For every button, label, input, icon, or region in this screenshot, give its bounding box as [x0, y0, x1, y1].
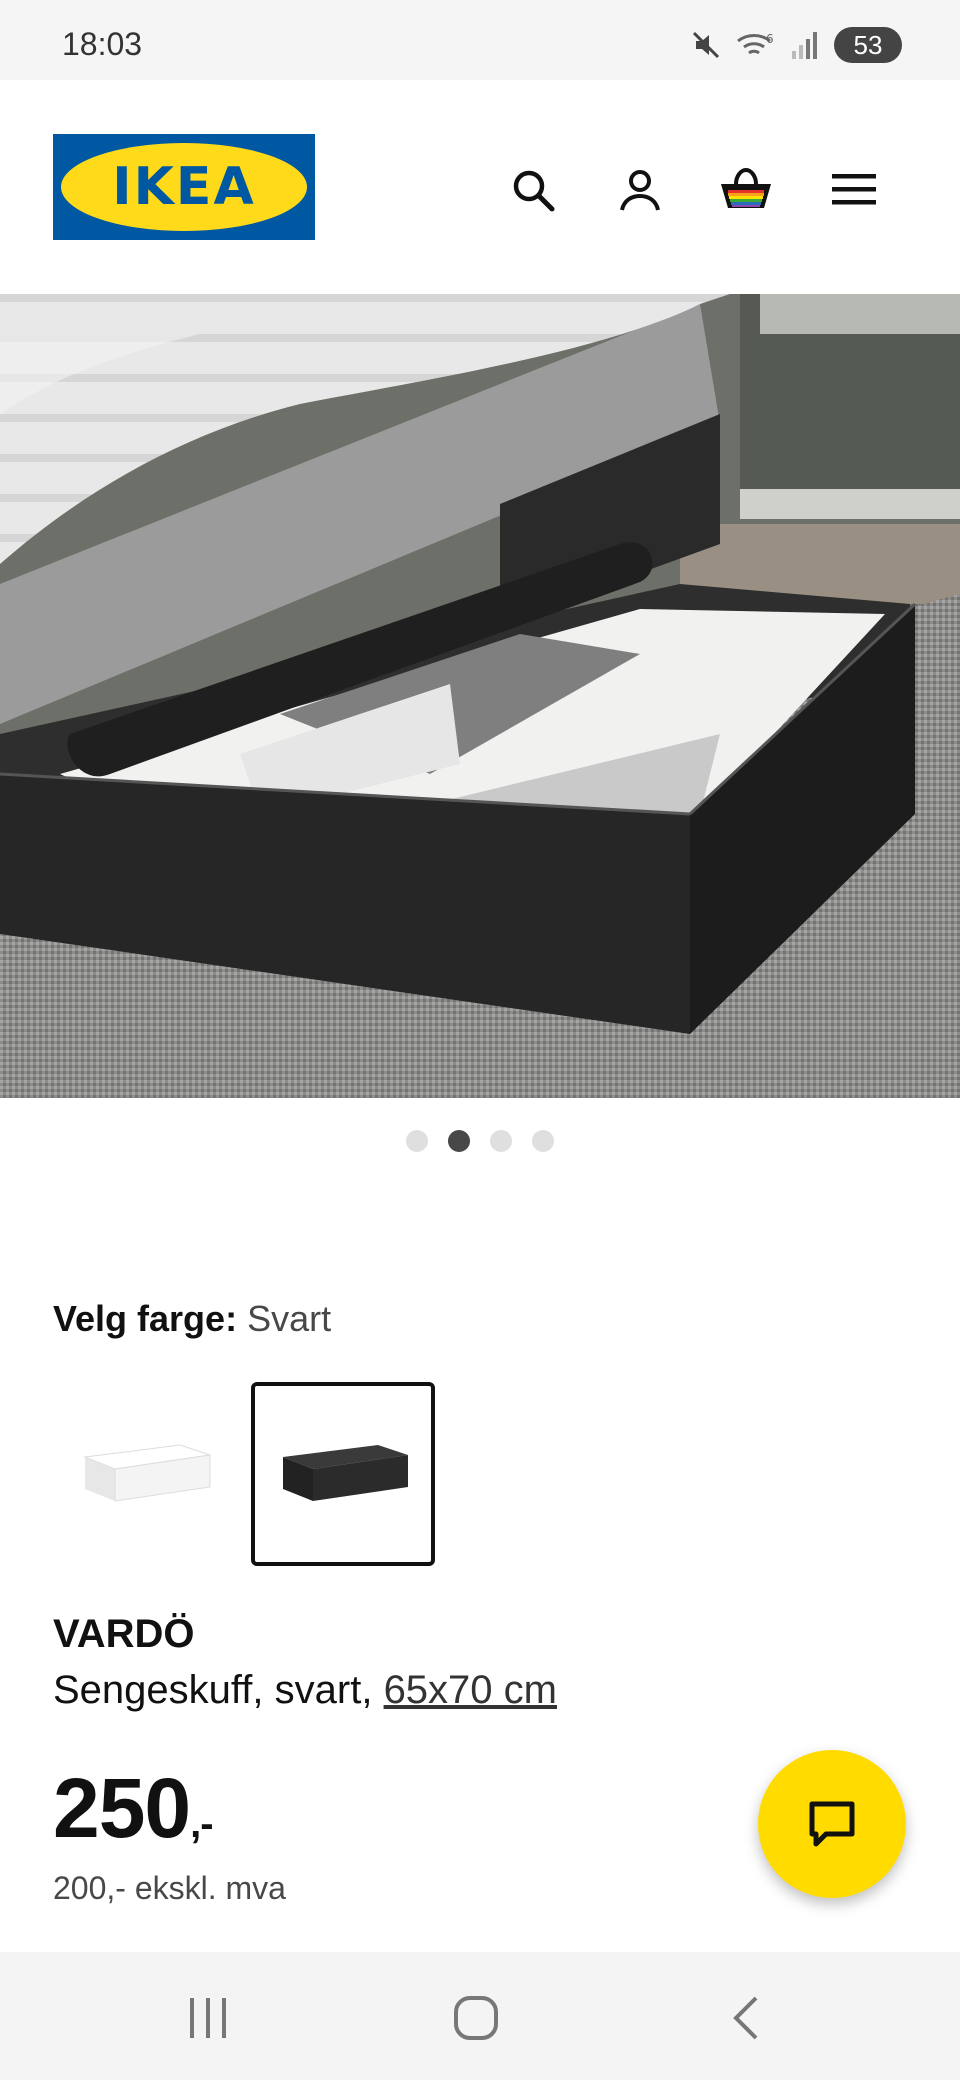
status-icons: 6 53: [690, 26, 902, 64]
basket-icon[interactable]: [718, 162, 774, 218]
recents-icon[interactable]: [178, 1988, 238, 2048]
chat-icon: [809, 1801, 855, 1847]
price-suffix: ,-: [190, 1802, 213, 1846]
product-type: Sengeskuff, svart,: [53, 1668, 373, 1712]
product-price: 250,-: [53, 1760, 214, 1857]
mute-icon: [690, 29, 722, 61]
color-label-value: Svart: [247, 1298, 332, 1339]
color-option-black[interactable]: [251, 1382, 435, 1566]
search-icon[interactable]: [505, 162, 561, 218]
back-icon[interactable]: [716, 1988, 776, 2048]
color-selector-label: Velg farge: Svart: [53, 1298, 331, 1340]
gallery-dot[interactable]: [490, 1130, 512, 1152]
status-time: 18:03: [62, 26, 143, 62]
battery-icon: 53: [834, 27, 902, 63]
product-description: Sengeskuff, svart, 65x70 cm: [53, 1668, 557, 1713]
menu-icon[interactable]: [826, 162, 882, 218]
svg-text:6: 6: [766, 32, 774, 46]
header-icons: [0, 162, 960, 218]
product-image[interactable]: [0, 294, 960, 1098]
gallery-dot[interactable]: [406, 1130, 428, 1152]
account-icon[interactable]: [612, 162, 668, 218]
home-icon[interactable]: [446, 1988, 506, 2048]
price-value: 250: [53, 1761, 191, 1855]
status-bar: 18:03 6 53: [0, 0, 960, 80]
product-name: VARDÖ: [53, 1612, 195, 1656]
price-excl-vat: 200,- ekskl. mva: [53, 1870, 286, 1906]
site-header: IKEA: [0, 80, 960, 294]
wifi-icon: 6: [736, 29, 776, 61]
product-size-link[interactable]: 65x70 cm: [384, 1668, 557, 1712]
color-option-white[interactable]: [53, 1382, 237, 1566]
signal-icon: [790, 29, 820, 61]
white-drawer-thumbnail: [83, 1444, 211, 1502]
gallery-dot[interactable]: [532, 1130, 554, 1152]
gallery-dots: [0, 1130, 960, 1152]
chat-button[interactable]: [758, 1750, 906, 1898]
color-label-prefix: Velg farge:: [53, 1298, 238, 1339]
gallery-dot-active[interactable]: [448, 1130, 470, 1152]
black-drawer-thumbnail: [283, 1445, 408, 1501]
system-nav-bar: [0, 1952, 960, 2080]
